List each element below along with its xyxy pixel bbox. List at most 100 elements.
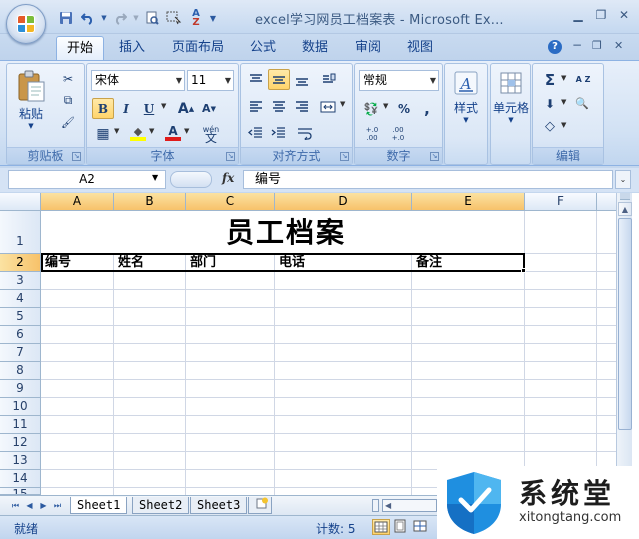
- clear-dropdown-icon[interactable]: ▼: [561, 121, 566, 129]
- increase-indent-icon[interactable]: [268, 122, 290, 143]
- row-header[interactable]: 4: [0, 290, 41, 308]
- column-header-c[interactable]: C: [186, 193, 275, 211]
- sheet-tab-sheet2[interactable]: Sheet2: [132, 497, 190, 514]
- autosum-icon[interactable]: Σ: [539, 69, 561, 90]
- fill-handle[interactable]: [521, 268, 526, 273]
- prev-sheet-icon[interactable]: ◀: [24, 499, 35, 512]
- split-box[interactable]: [620, 193, 630, 200]
- normal-view-icon[interactable]: [372, 519, 390, 535]
- page-break-view-icon[interactable]: [412, 519, 430, 535]
- paste-button[interactable]: 粘贴 ▼: [13, 70, 49, 130]
- fill-color-icon[interactable]: ◆: [127, 123, 149, 144]
- row-header[interactable]: 12: [0, 434, 41, 452]
- comma-button[interactable]: ,: [416, 98, 438, 119]
- underline-button[interactable]: U: [138, 98, 160, 119]
- formula-input[interactable]: 编号: [243, 170, 613, 189]
- row-header[interactable]: 1: [0, 211, 41, 254]
- page-layout-view-icon[interactable]: [392, 519, 410, 535]
- select-all-corner[interactable]: [0, 193, 41, 211]
- row-header[interactable]: 8: [0, 362, 41, 380]
- fill-dropdown-icon[interactable]: ▼: [561, 98, 566, 106]
- scroll-thumb[interactable]: [618, 218, 632, 430]
- expand-formula-bar-icon[interactable]: ⌄: [615, 170, 631, 189]
- row-header[interactable]: 11: [0, 416, 41, 434]
- sort-filter-icon[interactable]: A Z: [571, 69, 595, 90]
- percent-button[interactable]: %: [393, 98, 415, 119]
- align-left-icon[interactable]: [245, 96, 267, 117]
- find-select-icon[interactable]: 🔍: [571, 93, 593, 114]
- sheet-tab-sheet1[interactable]: Sheet1: [70, 497, 128, 514]
- row-header[interactable]: 14: [0, 470, 41, 488]
- insert-sheet-icon[interactable]: [248, 497, 272, 514]
- align-middle-icon[interactable]: [268, 69, 290, 90]
- increase-decimal-icon[interactable]: +.0 .00: [360, 123, 384, 144]
- minimize-button[interactable]: ▁: [567, 8, 589, 26]
- row-header[interactable]: 15: [0, 488, 41, 495]
- row-header[interactable]: 10: [0, 398, 41, 416]
- align-center-icon[interactable]: [268, 96, 290, 117]
- fill-icon[interactable]: ⬇: [539, 93, 561, 114]
- vertical-scrollbar[interactable]: ▲: [616, 193, 632, 495]
- clear-icon[interactable]: ◇: [539, 116, 561, 137]
- formula-expand-button[interactable]: [170, 171, 212, 188]
- fill-dropdown-icon[interactable]: ▼: [149, 127, 154, 135]
- ribbon-minimize-button[interactable]: −: [572, 38, 582, 52]
- save-icon[interactable]: [56, 8, 76, 28]
- row-header[interactable]: 2: [0, 254, 41, 272]
- tab-split-handle[interactable]: [372, 499, 379, 512]
- ribbon-close-button[interactable]: ✕: [614, 39, 623, 52]
- column-header-b[interactable]: B: [114, 193, 186, 211]
- decrease-indent-icon[interactable]: [245, 122, 267, 143]
- next-sheet-icon[interactable]: ▶: [38, 499, 49, 512]
- decrease-decimal-icon[interactable]: .00 +.0: [386, 123, 410, 144]
- last-sheet-icon[interactable]: ⏭: [52, 499, 63, 512]
- qat-customize-icon[interactable]: ▼: [208, 8, 218, 28]
- copy-icon[interactable]: ⧉: [57, 90, 79, 111]
- close-button[interactable]: ✕: [613, 8, 635, 26]
- redo-dropdown-icon[interactable]: ▼: [132, 8, 140, 28]
- column-header-e[interactable]: E: [412, 193, 525, 211]
- tab-formulas[interactable]: 公式: [240, 36, 286, 60]
- help-icon[interactable]: ?: [548, 40, 562, 54]
- bold-button[interactable]: B: [92, 98, 114, 119]
- font-color-dropdown-icon[interactable]: ▼: [184, 127, 189, 135]
- first-sheet-icon[interactable]: ⏮: [10, 499, 21, 512]
- autosum-dropdown-icon[interactable]: ▼: [561, 74, 566, 82]
- phonetic-icon[interactable]: wén 文: [197, 123, 225, 144]
- tab-insert[interactable]: 插入: [109, 36, 155, 60]
- border-dropdown-icon[interactable]: ▼: [114, 127, 119, 135]
- cut-icon[interactable]: ✂: [57, 68, 79, 89]
- align-right-icon[interactable]: [291, 96, 313, 117]
- row-header[interactable]: 3: [0, 272, 41, 290]
- name-box[interactable]: A2: [8, 170, 166, 189]
- grow-font-button[interactable]: A ▲: [175, 98, 197, 119]
- print-preview-icon[interactable]: [142, 8, 162, 28]
- row-header[interactable]: 5: [0, 308, 41, 326]
- ribbon-restore-button[interactable]: ❐: [592, 39, 602, 52]
- align-bottom-icon[interactable]: [291, 69, 313, 90]
- currency-icon[interactable]: 💱: [360, 98, 382, 119]
- undo-icon[interactable]: [78, 8, 98, 28]
- insert-function-icon[interactable]: fx: [222, 171, 234, 185]
- italic-button[interactable]: I: [115, 98, 137, 119]
- name-box-dropdown-icon[interactable]: ▼: [152, 173, 158, 182]
- row-header[interactable]: 6: [0, 326, 41, 344]
- align-top-icon[interactable]: [245, 69, 267, 90]
- font-size-select[interactable]: 11 ▼: [187, 70, 234, 91]
- font-name-select[interactable]: 宋体 ▼: [91, 70, 185, 91]
- maximize-button[interactable]: ❐: [590, 8, 612, 26]
- merge-dropdown-icon[interactable]: ▼: [340, 100, 345, 108]
- cells-button[interactable]: 单元格 ▼: [491, 70, 531, 124]
- column-header-g[interactable]: [597, 193, 616, 211]
- font-color-icon[interactable]: A: [162, 123, 184, 144]
- currency-dropdown-icon[interactable]: ▼: [383, 102, 388, 110]
- orientation-icon[interactable]: [317, 69, 339, 90]
- column-header-f[interactable]: F: [525, 193, 597, 211]
- underline-dropdown-icon[interactable]: ▼: [161, 102, 166, 110]
- number-format-select[interactable]: 常规 ▼: [359, 70, 439, 91]
- tab-review[interactable]: 审阅: [345, 36, 391, 60]
- sort-icon[interactable]: AZ: [186, 8, 206, 28]
- tab-data[interactable]: 数据: [292, 36, 338, 60]
- tab-page-layout[interactable]: 页面布局: [162, 36, 234, 60]
- wrap-text-icon[interactable]: [293, 122, 323, 143]
